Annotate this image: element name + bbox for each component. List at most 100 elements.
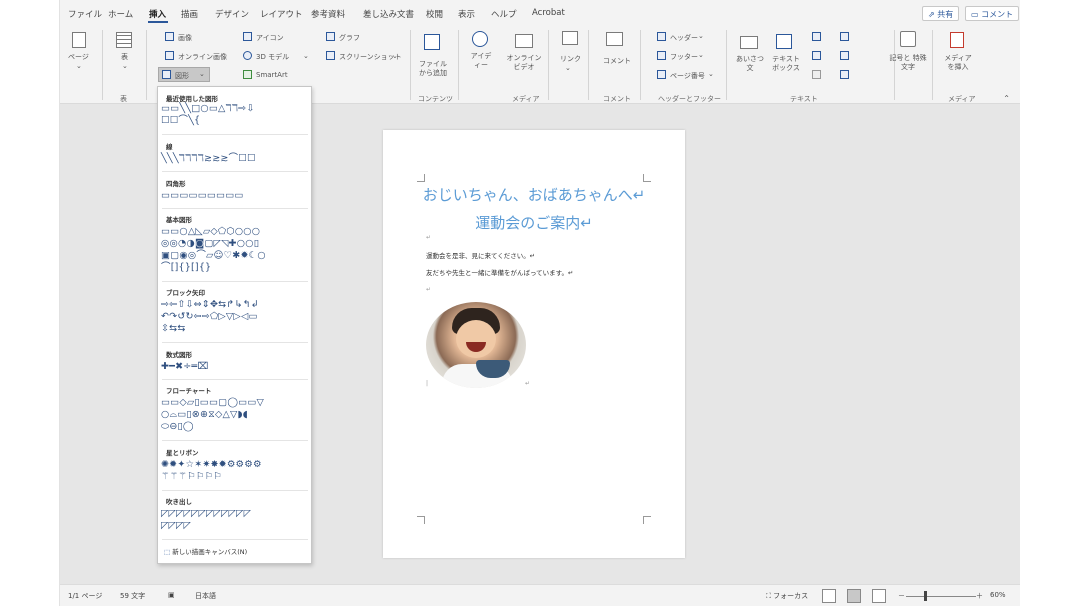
ideas-button-label[interactable]: アイデ ィー <box>468 52 494 70</box>
online-image-button[interactable]: オンライン画像 <box>178 52 227 62</box>
table-icon[interactable] <box>116 32 132 48</box>
header-button[interactable]: ヘッダー <box>670 33 698 43</box>
tab-mailings[interactable]: 差し込み文書 <box>363 8 414 20</box>
document-page[interactable]: おじいちゃん、おばあちゃんへ↵ 運動会のご案内↵ ↵ 運動会を是非、見に来てくだ… <box>383 130 685 558</box>
shape-row[interactable]: ↶↷↺↻⇦⇨⬠▷▽▷◁▭ <box>161 312 258 322</box>
share-button[interactable]: ⇗ 共有 <box>922 6 960 21</box>
page-count[interactable]: 1/1 ページ <box>68 591 102 601</box>
shape-row[interactable]: ☐☐⌒╲{ <box>161 116 200 126</box>
tab-home[interactable]: ホーム <box>108 8 133 20</box>
tab-layout[interactable]: レイアウト <box>260 8 303 20</box>
shapes-button[interactable]: 図形 ⌄ <box>158 67 210 82</box>
omega-icon[interactable] <box>900 31 916 47</box>
link-icon[interactable] <box>562 31 578 45</box>
zoom-out-button[interactable]: － <box>898 591 905 601</box>
chevron-down-icon[interactable]: ⌄ <box>565 64 571 72</box>
zoom-slider[interactable] <box>906 596 976 597</box>
icons-button[interactable]: アイコン <box>256 33 284 43</box>
tab-review[interactable]: 校閲 <box>426 8 443 20</box>
addin-button-label[interactable]: ファイルから追加 <box>416 60 450 78</box>
object-icon[interactable] <box>840 70 849 79</box>
smartart-button[interactable]: SmartArt <box>256 71 288 79</box>
chevron-down-icon[interactable]: ⌄ <box>122 62 128 70</box>
shape-row[interactable]: ⇳⇆⇆ <box>161 324 185 334</box>
page-icon[interactable] <box>72 32 86 48</box>
online-video-icon[interactable] <box>515 34 533 48</box>
insert-media-icon[interactable] <box>950 32 964 48</box>
body-line-2[interactable]: 友だちや先生と一緒に準備をがんばっています。↵ <box>426 267 573 277</box>
chevron-down-icon[interactable]: ⌄ <box>303 52 309 60</box>
web-layout-button[interactable] <box>872 589 886 603</box>
shape-row[interactable]: ✺✹✦☆✶✷✸✹⚙⚙⚙⚙ <box>161 460 262 470</box>
tab-view[interactable]: 表示 <box>458 8 475 20</box>
language-indicator[interactable]: 日本語 <box>195 591 216 601</box>
zoom-slider-thumb[interactable] <box>924 591 927 601</box>
shape-row[interactable]: ▣▢◉◎⌒▱☺♡✱✹☾○ <box>161 251 266 261</box>
new-drawing-canvas-item[interactable]: ⬚ 新しい描画キャンバス(N) <box>164 546 247 556</box>
signature-line-icon[interactable] <box>840 32 849 41</box>
online-video-label[interactable]: オンライン ビデオ <box>506 54 542 72</box>
shape-row[interactable]: ⌒[]{}[]{} <box>161 263 211 273</box>
zoom-in-button[interactable]: ＋ <box>976 591 983 601</box>
zoom-level[interactable]: 60% <box>990 591 1006 599</box>
shape-row[interactable]: ○⌓▭▯⊗⊕⧖◇△▽◗◖ <box>161 410 248 420</box>
body-line-1[interactable]: 運動会を是非、見に来てください。↵ <box>426 250 535 260</box>
shape-row[interactable]: ▭▭▭▭▭▭▭▭▭ <box>161 191 244 201</box>
textbox-button-label[interactable]: テキスト ボックス <box>768 55 804 73</box>
shape-row[interactable]: ◎◎◔◑◙▢◸◹✚○○▯ <box>161 239 259 249</box>
tab-references[interactable]: 参考資料 <box>311 8 345 20</box>
tab-design[interactable]: デザイン <box>215 8 249 20</box>
greeting-button-label[interactable]: あいさつ 文 <box>736 55 764 73</box>
symbol-button-label[interactable]: 記号と 特殊文字 <box>886 54 930 72</box>
document-title[interactable]: おじいちゃん、おばあちゃんへ↵ <box>383 184 685 205</box>
footer-button[interactable]: フッター <box>670 52 698 62</box>
tab-file[interactable]: ファイル <box>68 8 102 20</box>
image-button[interactable]: 画像 <box>178 33 192 43</box>
new-comment-icon[interactable] <box>606 32 623 46</box>
chevron-down-icon[interactable]: ⌄ <box>76 62 82 70</box>
shape-row[interactable]: ✚━✖÷═⌧ <box>161 362 208 372</box>
chart-button[interactable]: グラフ <box>339 33 360 43</box>
tab-insert[interactable]: 挿入 <box>149 8 166 20</box>
document-subtitle[interactable]: 運動会のご案内↵ <box>383 212 685 233</box>
3d-model-button[interactable]: 3D モデル <box>256 52 289 62</box>
shape-row[interactable]: ▭▭○△◺▱◇⬠⬡○○○ <box>161 227 260 237</box>
textbox-icon[interactable] <box>776 34 792 49</box>
ideas-icon[interactable] <box>472 31 488 47</box>
comment-button-label[interactable]: コメント <box>603 56 631 66</box>
child-photo[interactable] <box>426 302 526 388</box>
addin-icon[interactable] <box>424 34 440 50</box>
shape-row[interactable]: ⚚⚚⚚⚐⚐⚐⚐ <box>161 472 222 482</box>
chevron-down-icon[interactable]: ⌄ <box>392 52 398 60</box>
wordart-icon[interactable] <box>812 51 821 60</box>
shape-row[interactable]: ⬭⊖▯◯ <box>161 422 194 432</box>
chevron-down-icon[interactable]: ⌄ <box>698 51 704 59</box>
chevron-down-icon[interactable]: ⌄ <box>698 32 704 40</box>
link-button-label[interactable]: リンク <box>560 54 581 64</box>
shape-row[interactable]: ◸◸◸◸ <box>161 521 191 531</box>
shape-row[interactable]: ◸◸◸◸◸◸◸◸◸◸◸◸ <box>161 509 251 519</box>
chevron-down-icon[interactable]: ⌄ <box>708 70 714 78</box>
table-button-label[interactable]: 表 <box>121 52 128 62</box>
page-number-button[interactable]: ページ番号 <box>670 71 705 81</box>
proofing-icon[interactable]: ▣ <box>168 591 175 599</box>
greeting-icon[interactable] <box>740 36 758 49</box>
comments-button[interactable]: ▭ コメント <box>965 6 1020 21</box>
print-layout-button[interactable] <box>847 589 861 603</box>
shape-row[interactable]: ▭▭◇▱▯▭▭▢◯▭▭▽ <box>161 398 264 408</box>
date-time-icon[interactable] <box>840 51 849 60</box>
quick-parts-icon[interactable] <box>812 32 821 41</box>
read-mode-button[interactable] <box>822 589 836 603</box>
dropcap-icon[interactable] <box>812 70 821 79</box>
collapse-ribbon-icon[interactable]: ⌃ <box>1003 94 1010 103</box>
page-button-label[interactable]: ページ <box>68 52 89 62</box>
shape-row[interactable]: ╲╲╲ℸℸℸℸ≳≳≳⌒☐☐ <box>161 154 256 164</box>
insert-media-label[interactable]: メディア を挿入 <box>942 54 974 72</box>
shape-row[interactable]: ⇨⇦⇧⇩⇔⇕✥⇆↱↳↰↲ <box>161 300 259 310</box>
word-count[interactable]: 59 文字 <box>120 591 145 601</box>
tab-acrobat[interactable]: Acrobat <box>532 8 565 18</box>
tab-help[interactable]: ヘルプ <box>491 8 517 20</box>
focus-button[interactable]: ⛶ フォーカス <box>766 591 808 601</box>
tab-draw[interactable]: 描画 <box>181 8 198 20</box>
shape-row[interactable]: ▭▭╲╲□○▭△ℸℸ⇨⇩ <box>161 104 255 114</box>
